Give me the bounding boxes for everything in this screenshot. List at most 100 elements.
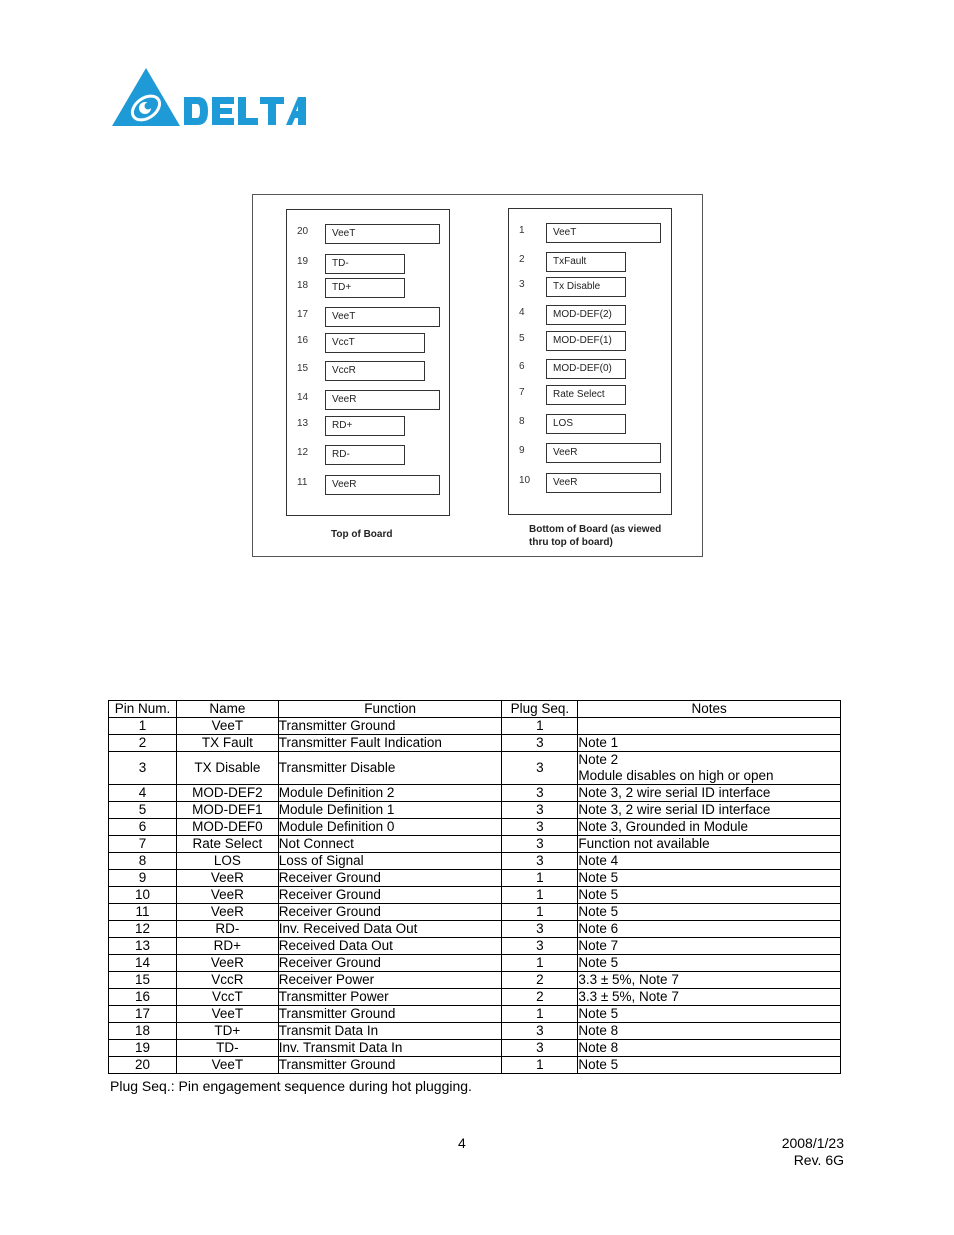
bottom-board-caption-line1: Bottom of Board (as viewed <box>529 524 662 535</box>
cell-notes: Note 5 <box>577 1056 841 1074</box>
cell-plug-seq: 2 <box>501 971 579 989</box>
cell-name: MOD-DEF2 <box>175 784 279 802</box>
cell-name: VeeR <box>175 886 279 904</box>
diagram-pin: 3 Tx Disable <box>509 277 671 299</box>
cell-plug-seq: 1 <box>501 1056 579 1074</box>
cell-notes: Note 5 <box>577 886 841 904</box>
bottom-board-caption: Bottom of Board (as viewed thru top of b… <box>529 523 661 549</box>
diagram-pin-label: TD+ <box>325 278 405 298</box>
table-row: 20 VeeT Transmitter Ground 1 Note 5 <box>108 1056 841 1074</box>
cell-plug-seq: 3 <box>501 920 579 938</box>
cell-notes: Note 8 <box>577 1039 841 1057</box>
cell-pin-num: 20 <box>108 1056 177 1074</box>
diagram-pin: 18 TD+ <box>287 278 449 300</box>
diagram-pin-label: TD- <box>325 254 405 274</box>
cell-name: VeeR <box>175 869 279 887</box>
cell-pin-num: 12 <box>108 920 177 938</box>
cell-name: VeeR <box>175 954 279 972</box>
cell-pin-num: 6 <box>108 818 177 836</box>
header-name: Name <box>175 700 279 718</box>
cell-plug-seq: 1 <box>501 717 579 735</box>
bottom-of-board-panel: 1 VeeT 2 TxFault 3 Tx Disable 4 MOD-DEF(2) 5 MOD-… <box>508 208 672 515</box>
table-row: 15 VccR Receiver Power 2 3.3 ± 5%, Note 7 <box>108 971 841 989</box>
diagram-pin: 20 VeeT <box>287 224 449 246</box>
diagram-pin: 7 Rate Select <box>509 385 671 407</box>
cell-pin-num: 9 <box>108 869 177 887</box>
cell-plug-seq: 1 <box>501 886 579 904</box>
cell-pin-num: 7 <box>108 835 177 853</box>
cell-function: Inv. Received Data Out <box>277 920 503 938</box>
cell-notes <box>577 717 841 735</box>
diagram-pin: 19 TD- <box>287 254 449 276</box>
cell-name: MOD-DEF0 <box>175 818 279 836</box>
diagram-pin-label: VeeR <box>546 473 661 493</box>
cell-notes: Note 3, 2 wire serial ID interface <box>577 801 841 819</box>
diagram-pin-label: TxFault <box>546 252 626 272</box>
diagram-pin: 11 VeeR <box>287 475 449 497</box>
cell-function: Receiver Ground <box>277 886 503 904</box>
cell-function: Transmitter Ground <box>277 1005 503 1023</box>
diagram-pin-number: 6 <box>519 361 525 372</box>
header-pin-num: Pin Num. <box>108 700 177 718</box>
table-row: 12 RD- Inv. Received Data Out 3 Note 6 <box>108 920 841 938</box>
diagram-pin-number: 19 <box>297 256 309 267</box>
cell-plug-seq: 1 <box>501 954 579 972</box>
diagram-pin-number: 16 <box>297 335 309 346</box>
cell-plug-seq: 3 <box>501 818 579 836</box>
diagram-pin: 10 VeeR <box>509 473 671 495</box>
table-row: 17 VeeT Transmitter Ground 1 Note 5 <box>108 1005 841 1023</box>
cell-function: Module Definition 1 <box>277 801 503 819</box>
diagram-pin-number: 4 <box>519 307 525 318</box>
diagram-pin-number: 11 <box>297 477 308 488</box>
cell-name: VeeT <box>175 1005 279 1023</box>
header-function: Function <box>277 700 503 718</box>
diagram-pin-label: MOD-DEF(2) <box>546 305 626 325</box>
diagram-pin-number: 18 <box>297 280 309 291</box>
cell-notes: Note 7 <box>577 937 841 955</box>
diagram-pin-number: 20 <box>297 226 309 237</box>
cell-notes-line1: Note 2 <box>578 752 619 767</box>
cell-name: VccR <box>175 971 279 989</box>
cell-function: Loss of Signal <box>277 852 503 870</box>
delta-logo <box>112 66 307 128</box>
table-row: 1 VeeT Transmitter Ground 1 <box>108 717 841 735</box>
cell-pin-num: 11 <box>108 903 177 921</box>
diagram-pin-number: 9 <box>519 445 525 456</box>
diagram-pin-number: 1 <box>519 225 525 236</box>
cell-name: VeeR <box>175 903 279 921</box>
diagram-pin: 12 RD- <box>287 445 449 467</box>
cell-function: Inv. Transmit Data In <box>277 1039 503 1057</box>
cell-plug-seq: 3 <box>501 734 579 752</box>
cell-pin-num: 15 <box>108 971 177 989</box>
plug-seq-footnote: Plug Seq.: Pin engagement sequence durin… <box>110 1078 472 1094</box>
diagram-pin-label: RD- <box>325 445 405 465</box>
pinout-diagram: 20 VeeT 19 TD- 18 TD+ 17 VeeT 16 VccT 15 VccR 14 VeeR… <box>252 194 703 557</box>
cell-plug-seq: 3 <box>501 835 579 853</box>
cell-plug-seq: 3 <box>501 784 579 802</box>
table-row: 16 VccT Transmitter Power 2 3.3 ± 5%, Note 7 <box>108 988 841 1006</box>
cell-function: Transmitter Ground <box>277 1056 503 1074</box>
diagram-pin-label: VeeT <box>325 307 440 327</box>
document-revision: Rev. 6G <box>793 1152 844 1168</box>
delta-triangle-logo-icon <box>112 68 306 126</box>
cell-function: Transmitter Ground <box>277 717 503 735</box>
cell-pin-num: 1 <box>108 717 177 735</box>
cell-function: Receiver Power <box>277 971 503 989</box>
cell-function: Module Definition 0 <box>277 818 503 836</box>
cell-pin-num: 17 <box>108 1005 177 1023</box>
cell-name: LOS <box>175 852 279 870</box>
cell-notes: Note 6 <box>577 920 841 938</box>
diagram-pin: 4 MOD-DEF(2) <box>509 305 671 327</box>
diagram-pin-label: LOS <box>546 414 626 434</box>
cell-pin-num: 18 <box>108 1022 177 1040</box>
cell-function: Receiver Ground <box>277 903 503 921</box>
document-date: 2008/1/23 <box>781 1135 844 1151</box>
cell-notes: Note 5 <box>577 903 841 921</box>
cell-name: MOD-DEF1 <box>175 801 279 819</box>
diagram-pin-label: Rate Select <box>546 385 626 405</box>
table-row: 8 LOS Loss of Signal 3 Note 4 <box>108 852 841 870</box>
cell-plug-seq: 3 <box>501 1022 579 1040</box>
cell-name: RD+ <box>175 937 279 955</box>
cell-function: Received Data Out <box>277 937 503 955</box>
table-row: 19 TD- Inv. Transmit Data In 3 Note 8 <box>108 1039 841 1057</box>
